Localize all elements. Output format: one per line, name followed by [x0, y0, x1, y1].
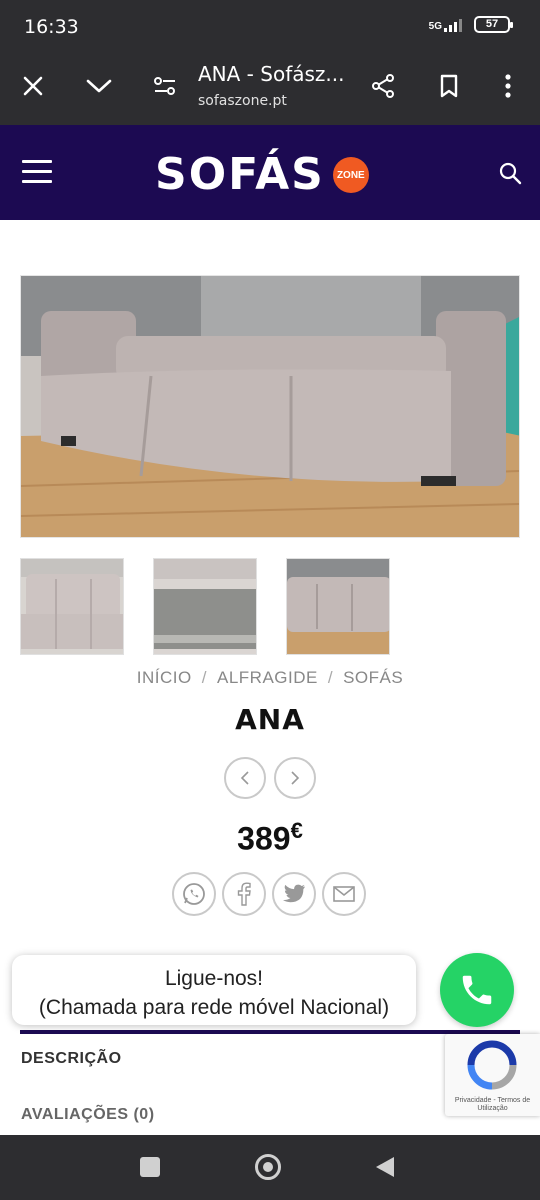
phone-call-button[interactable]	[440, 953, 514, 1027]
chevron-left-icon	[240, 771, 249, 785]
breadcrumb-store[interactable]: ALFRAGIDE	[217, 668, 318, 687]
chevron-right-icon	[291, 771, 300, 785]
tab-reviews[interactable]: AVALIAÇÕES (0)	[21, 1106, 155, 1124]
whatsapp-share-button[interactable]	[172, 872, 216, 916]
bookmark-icon[interactable]	[431, 68, 467, 104]
thumbnail-gallery	[20, 558, 390, 655]
battery-icon: 57	[474, 16, 513, 33]
signal-icon: 5G	[429, 18, 466, 32]
facebook-share-button[interactable]	[222, 872, 266, 916]
back-icon[interactable]	[374, 1155, 396, 1184]
thumbnail-2[interactable]	[153, 558, 257, 655]
email-share-button[interactable]	[322, 872, 366, 916]
close-icon[interactable]	[15, 68, 51, 104]
email-icon	[333, 886, 355, 902]
breadcrumb-category[interactable]: SOFÁS	[343, 668, 403, 687]
thumbnail-1[interactable]	[20, 558, 124, 655]
product-title: ANA	[235, 703, 305, 736]
home-icon[interactable]	[255, 1154, 281, 1180]
recaptcha-icon	[467, 1040, 517, 1090]
product-main-image[interactable]	[20, 275, 520, 538]
page-url[interactable]: sofaszone.pt	[198, 93, 287, 109]
page-title: ANA - Sofász...	[198, 62, 345, 86]
call-us-title: Ligue-nos!	[164, 967, 264, 990]
facebook-icon	[237, 882, 251, 906]
price-amount: 389	[237, 820, 291, 857]
more-icon[interactable]	[490, 68, 526, 104]
call-us-message[interactable]: Ligue-nos! (Chamada para rede móvel Naci…	[12, 955, 416, 1025]
recaptcha-links[interactable]: Privacidade - Termos de Utilização	[445, 1097, 540, 1113]
call-us-subtitle: (Chamada para rede móvel Nacional)	[38, 996, 390, 1019]
status-bar: 16:33 5G 57	[0, 0, 540, 52]
breadcrumb-home[interactable]: INÍCIO	[137, 668, 192, 687]
next-product-button[interactable]	[274, 757, 316, 799]
product-price: 389€	[0, 818, 540, 858]
logo-badge: ZONE	[332, 157, 369, 193]
previous-product-button[interactable]	[224, 757, 266, 799]
whatsapp-icon	[183, 883, 205, 905]
price-currency: €	[290, 818, 303, 843]
site-settings-icon[interactable]	[147, 68, 183, 104]
product-navigation	[224, 757, 316, 799]
breadcrumb-separator: /	[201, 668, 207, 687]
browser-toolbar: ANA - Sofász... sofaszone.pt	[0, 52, 540, 125]
site-header: SOFÁS ZONE	[0, 125, 540, 220]
recaptcha-badge[interactable]: Privacidade - Termos de Utilização	[445, 1034, 540, 1116]
share-icon[interactable]	[365, 68, 401, 104]
search-icon[interactable]	[498, 161, 522, 185]
recent-apps-icon[interactable]	[140, 1157, 160, 1177]
thumbnail-3[interactable]	[286, 558, 390, 655]
status-time: 16:33	[24, 16, 79, 38]
android-navigation-bar	[0, 1135, 540, 1200]
breadcrumb: INÍCIO / ALFRAGIDE / SOFÁS	[0, 668, 540, 688]
logo-text: SOFÁS	[155, 149, 325, 200]
twitter-share-button[interactable]	[272, 872, 316, 916]
site-logo[interactable]: SOFÁS ZONE	[155, 153, 369, 197]
breadcrumb-separator: /	[327, 668, 334, 687]
hamburger-menu-icon[interactable]	[22, 160, 52, 184]
twitter-icon	[283, 884, 305, 903]
network-label: 5G	[428, 20, 442, 32]
chevron-down-icon[interactable]	[81, 68, 117, 104]
status-indicators: 5G 57	[429, 16, 513, 33]
share-buttons	[172, 872, 366, 916]
phone-icon	[462, 975, 492, 1005]
tab-description[interactable]: DESCRIÇÃO	[21, 1050, 122, 1068]
